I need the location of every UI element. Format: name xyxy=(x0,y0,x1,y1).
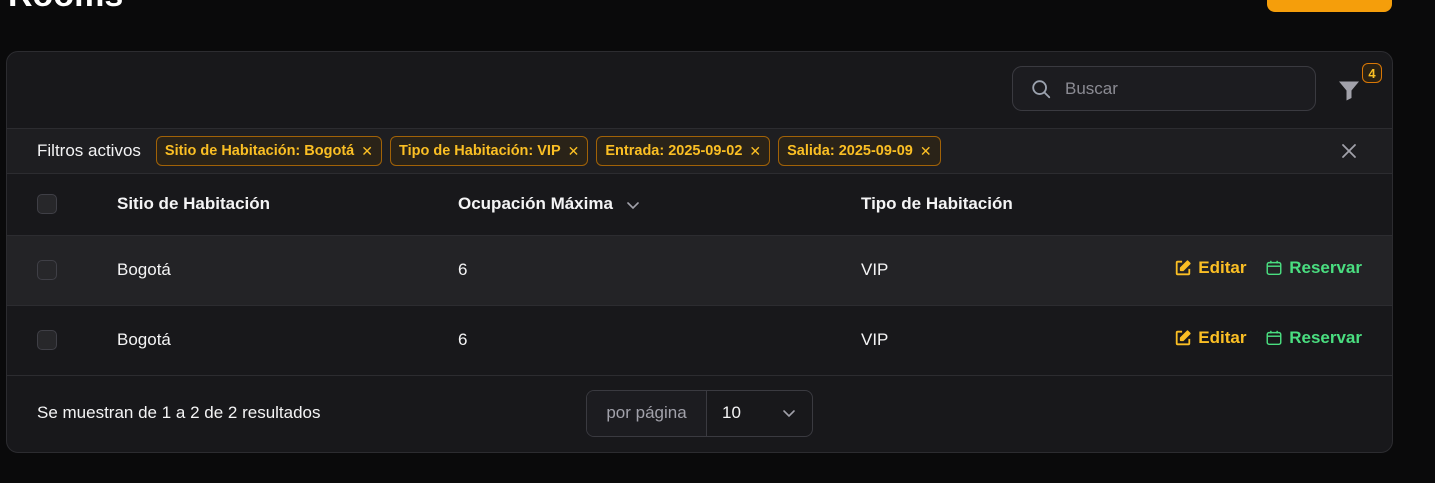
select-all-checkbox[interactable] xyxy=(37,194,57,215)
per-page-value: 10 xyxy=(722,403,741,422)
chevron-down-icon xyxy=(783,410,795,418)
column-header-site: Sitio de Habitación xyxy=(117,194,271,214)
table-row: Bogotá 6 VIP Editar Reservar xyxy=(7,305,1392,375)
chevron-down-icon xyxy=(626,201,639,209)
primary-action-button[interactable] xyxy=(1267,0,1392,12)
table-row: Bogotá 6 VIP Editar Reservar xyxy=(7,235,1392,305)
table-header-row: Sitio de Habitación Ocupación Máxima Tip… xyxy=(7,174,1392,235)
edit-button[interactable]: Editar xyxy=(1174,258,1246,278)
per-page-control: por página 10 xyxy=(586,389,813,437)
active-filters-label: Filtros activos xyxy=(37,141,141,160)
remove-filter-icon[interactable]: ✕ xyxy=(568,143,580,160)
book-button[interactable]: Reservar xyxy=(1265,328,1362,348)
remove-filter-icon[interactable]: ✕ xyxy=(749,143,761,160)
filter-chip-site: Sitio de Habitación: Bogotá ✕ xyxy=(155,136,382,166)
cell-occupancy: 6 xyxy=(458,260,468,279)
edit-label: Editar xyxy=(1198,258,1247,277)
cell-site: Bogotá xyxy=(117,260,171,279)
per-page-label: por página xyxy=(587,390,707,436)
column-header-type: Tipo de Habitación xyxy=(861,194,1013,214)
filter-chip-label: Entrada: 2025-09-02 xyxy=(605,143,743,159)
calendar-icon xyxy=(1266,330,1282,346)
edit-label: Editar xyxy=(1198,328,1247,347)
row-checkbox[interactable] xyxy=(37,330,57,350)
filter-chip-checkout: Salida: 2025-09-09 ✕ xyxy=(778,136,941,166)
book-button[interactable]: Reservar xyxy=(1265,258,1362,278)
page-title: Rooms xyxy=(8,0,123,12)
edit-icon xyxy=(1176,260,1191,276)
cell-site: Bogotá xyxy=(117,330,171,349)
filter-count-badge: 4 xyxy=(1362,63,1382,83)
column-header-label: Ocupación Máxima xyxy=(458,194,613,214)
filter-chip-label: Tipo de Habitación: VIP xyxy=(398,143,561,159)
calendar-icon xyxy=(1266,260,1282,276)
remove-filter-icon[interactable]: ✕ xyxy=(920,143,932,160)
column-header-occupancy[interactable]: Ocupación Máxima xyxy=(458,174,861,235)
filter-chip-type: Tipo de Habitación: VIP ✕ xyxy=(389,136,589,166)
edit-icon xyxy=(1176,330,1191,346)
cell-type: VIP xyxy=(861,330,889,349)
edit-button[interactable]: Editar xyxy=(1174,328,1246,348)
search-input[interactable] xyxy=(1063,77,1287,100)
per-page-select[interactable]: 10 xyxy=(707,391,812,436)
filter-chip-checkin: Entrada: 2025-09-02 ✕ xyxy=(596,136,771,166)
clear-filters-icon[interactable] xyxy=(1339,141,1359,161)
search-icon xyxy=(1032,79,1051,98)
pagination-summary: Se muestran de 1 a 2 de 2 resultados xyxy=(37,403,321,422)
table-footer: Se muestran de 1 a 2 de 2 resultados por… xyxy=(7,376,1392,451)
row-checkbox[interactable] xyxy=(37,260,57,280)
rooms-table: Sitio de Habitación Ocupación Máxima Tip… xyxy=(7,174,1392,376)
table-toolbar: 4 xyxy=(7,52,1392,129)
cell-type: VIP xyxy=(861,260,889,279)
funnel-icon xyxy=(1339,81,1359,101)
filter-button[interactable] xyxy=(1337,78,1363,104)
rooms-table-card: 4 Filtros activos Sitio de Habitación: B… xyxy=(6,51,1393,453)
active-filters-bar: Filtros activos Sitio de Habitación: Bog… xyxy=(7,129,1392,174)
cell-occupancy: 6 xyxy=(458,330,468,349)
filter-chip-label: Salida: 2025-09-09 xyxy=(787,143,913,159)
book-label: Reservar xyxy=(1289,258,1362,277)
search-box[interactable] xyxy=(1012,66,1316,111)
filter-chip-label: Sitio de Habitación: Bogotá xyxy=(164,143,355,159)
book-label: Reservar xyxy=(1289,328,1362,347)
remove-filter-icon[interactable]: ✕ xyxy=(361,143,373,160)
